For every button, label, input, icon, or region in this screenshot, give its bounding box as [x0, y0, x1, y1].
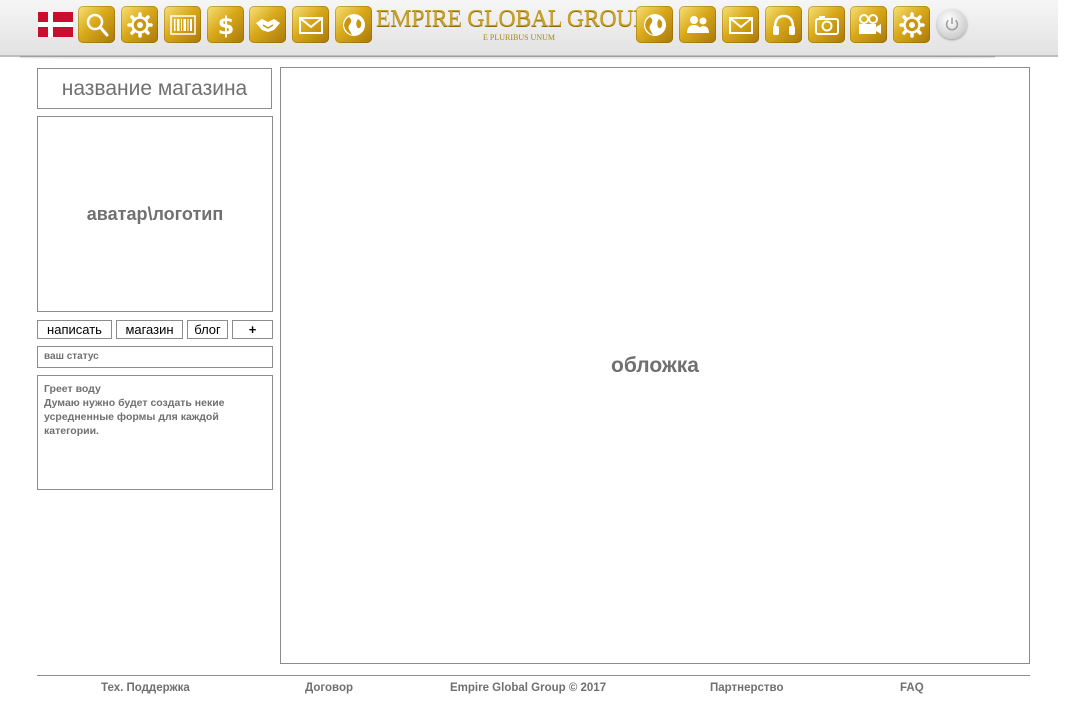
danish-flag-icon[interactable] — [38, 12, 73, 37]
brand-subtitle: E PLURIBUS UNUM — [482, 33, 555, 42]
store-name[interactable]: название магазина — [37, 68, 272, 109]
status-field[interactable]: ваш статус — [37, 346, 273, 368]
avatar[interactable]: аватар\логотип — [37, 116, 273, 312]
write-button[interactable]: написать — [37, 320, 112, 339]
toolbar-shadow — [20, 56, 995, 60]
video-camera-icon[interactable] — [850, 6, 887, 43]
shop-button[interactable]: магазин — [116, 320, 183, 339]
people-icon[interactable] — [679, 6, 716, 43]
mail-icon[interactable] — [722, 6, 759, 43]
settings-icon[interactable] — [893, 6, 930, 43]
search-icon[interactable] — [78, 6, 115, 43]
svg-text:$: $ — [217, 12, 234, 39]
brand-title: EMPIRE GLOBAL GROUP — [376, 6, 647, 32]
blog-button[interactable]: блог — [187, 320, 228, 339]
handshake-icon[interactable] — [249, 6, 286, 43]
add-button[interactable]: + — [232, 320, 273, 339]
footer-link-faq[interactable]: FAQ — [900, 682, 924, 694]
footer-link-partnership[interactable]: Партнерство — [710, 682, 784, 694]
post-body: Думаю нужно будет создать некие усреднен… — [44, 397, 225, 437]
status-post: Греет воду Думаю нужно будет создать нек… — [37, 375, 273, 490]
globe-icon[interactable] — [335, 6, 372, 43]
footer-divider — [37, 675, 1030, 676]
globe-icon[interactable] — [636, 6, 673, 43]
footer-link-agreement[interactable]: Договор — [305, 682, 353, 694]
dollar-icon[interactable]: $ — [207, 6, 244, 43]
post-title: Греет воду — [44, 383, 101, 395]
settings-icon[interactable] — [121, 6, 158, 43]
cover-image[interactable]: обложка — [280, 67, 1030, 664]
brand-logo[interactable]: EMPIRE GLOBAL GROUP E PLURIBUS UNUM — [376, 5, 647, 45]
barcode-icon[interactable] — [164, 6, 201, 43]
footer-copyright: Empire Global Group © 2017 — [450, 682, 607, 694]
footer-link-support[interactable]: Тех. Поддержка — [101, 682, 190, 694]
power-icon[interactable] — [937, 9, 967, 39]
camera-icon[interactable] — [808, 6, 845, 43]
mail-icon[interactable] — [292, 6, 329, 43]
headphones-icon[interactable] — [765, 6, 802, 43]
top-toolbar: $ EMPIRE GLOBAL GROUP E PLURIBUS UNUM — [0, 0, 1058, 57]
